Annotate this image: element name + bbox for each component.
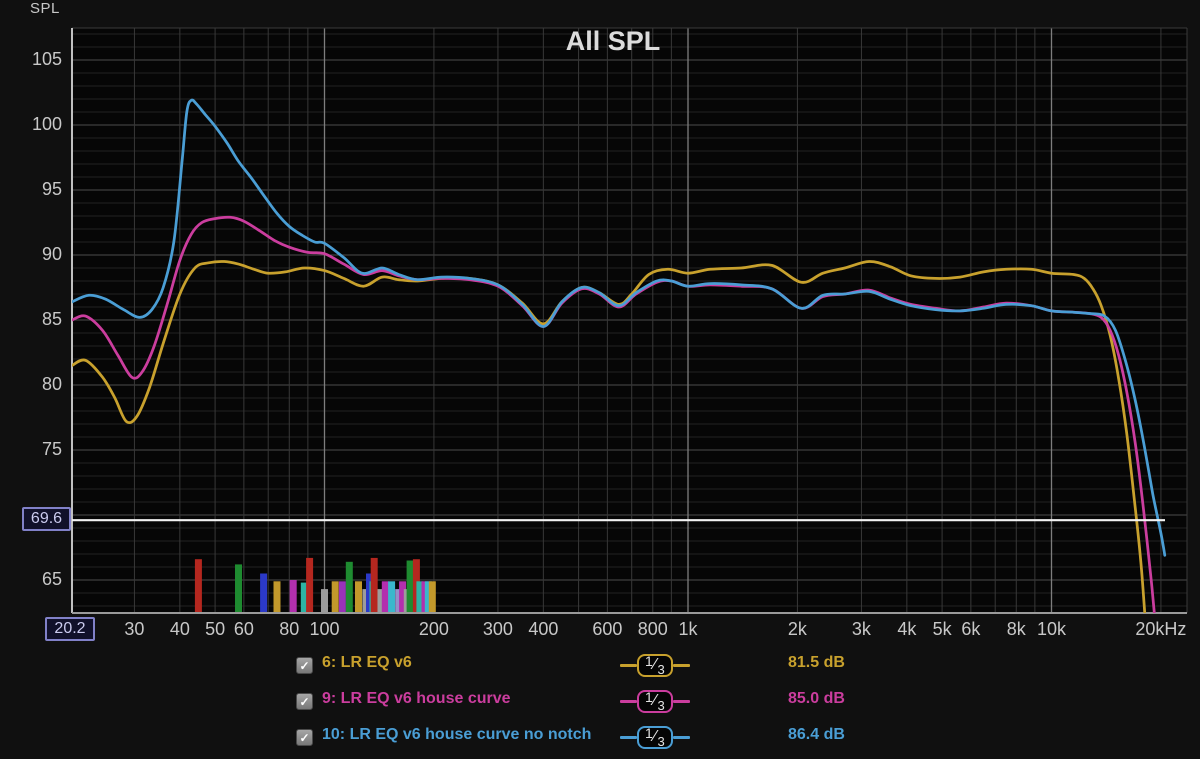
y-tick-label: 80 (12, 374, 62, 395)
x-tick-label: 200 (399, 619, 469, 640)
trace-line-left (620, 664, 637, 667)
smoothing-badge: 1⁄3 (637, 654, 673, 677)
y-tick-label: 100 (12, 114, 62, 135)
x-tick-label: 1k (653, 619, 723, 640)
trace-line-left (620, 736, 637, 739)
spl-plot-area[interactable] (0, 0, 1200, 759)
trace-line-right (673, 700, 690, 703)
x-tick-label: 2k (762, 619, 832, 640)
smoothing-badge: 1⁄3 (637, 726, 673, 749)
smoothing-indicator[interactable]: 1⁄3 (620, 724, 690, 750)
y-tick-label: 75 (12, 439, 62, 460)
chart-title: All SPL (498, 26, 728, 57)
y-tick-label: 85 (12, 309, 62, 330)
measurement-visibility-checkbox[interactable]: ✓ (296, 657, 313, 674)
checkmark-icon: ✓ (299, 696, 309, 708)
y-axis-unit-label: SPL (30, 0, 70, 17)
measurement-visibility-checkbox[interactable]: ✓ (296, 729, 313, 746)
smoothing-indicator[interactable]: 1⁄3 (620, 688, 690, 714)
checkmark-icon: ✓ (299, 660, 309, 672)
y-tick-label: 105 (12, 49, 62, 70)
x-tick-label: 10k (1017, 619, 1087, 640)
y-tick-label: 65 (12, 569, 62, 590)
trace-line-right (673, 664, 690, 667)
trace-line-right (673, 736, 690, 739)
measurement-visibility-checkbox[interactable]: ✓ (296, 693, 313, 710)
smoothing-badge: 1⁄3 (637, 690, 673, 713)
cursor-spl-readout: 69.6 (22, 507, 71, 531)
y-tick-label: 95 (12, 179, 62, 200)
cursor-frequency-readout: 20.2 (45, 617, 95, 641)
smoothing-indicator[interactable]: 1⁄3 (620, 652, 690, 678)
spl-graph-panel: SPL All SPL 10510095908580757065 3040506… (0, 0, 1200, 759)
checkmark-icon: ✓ (299, 732, 309, 744)
x-tick-label: 20kHz (1126, 619, 1196, 640)
x-tick-label: 400 (508, 619, 578, 640)
y-tick-label: 90 (12, 244, 62, 265)
x-tick-label: 100 (290, 619, 360, 640)
trace-line-left (620, 700, 637, 703)
